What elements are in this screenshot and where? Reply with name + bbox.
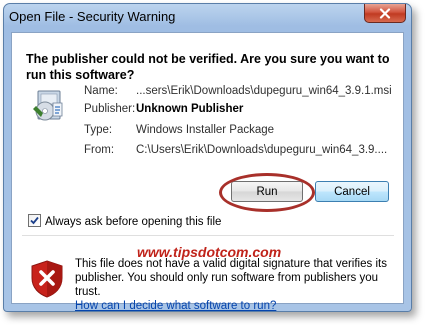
name-value: ...sers\Erik\Downloads\dupeguru_win64_3.… xyxy=(136,85,392,97)
publisher-row: Publisher: Unknown Publisher xyxy=(12,103,392,119)
warning-message: This file does not have a valid digital … xyxy=(75,257,393,313)
cancel-button[interactable]: Cancel xyxy=(315,181,389,202)
publisher-value: Unknown Publisher xyxy=(136,103,244,115)
dialog-body: The publisher could not be verified. Are… xyxy=(11,32,404,312)
window-title: Open File - Security Warning xyxy=(9,9,176,24)
checkmark-icon xyxy=(30,216,39,225)
name-row: Name: ...sers\Erik\Downloads\dupeguru_wi… xyxy=(12,85,392,101)
security-warning-dialog: Open File - Security Warning The publish… xyxy=(3,3,412,312)
from-row: From: C:\Users\Erik\Downloads\dupeguru_w… xyxy=(12,144,392,160)
always-ask-checkbox[interactable] xyxy=(28,214,41,227)
type-row: Type: Windows Installer Package xyxy=(12,124,392,140)
from-value: C:\Users\Erik\Downloads\dupeguru_win64_3… xyxy=(136,144,388,156)
close-x-icon xyxy=(379,7,391,19)
help-link[interactable]: How can I decide what software to run? xyxy=(75,300,276,312)
type-value: Windows Installer Package xyxy=(136,124,275,136)
always-ask-row: Always ask before opening this file xyxy=(28,214,221,228)
run-button[interactable]: Run xyxy=(231,181,303,202)
dialog-heading: The publisher could not be verified. Are… xyxy=(26,52,390,82)
red-shield-x-icon xyxy=(31,260,63,298)
always-ask-label[interactable]: Always ask before opening this file xyxy=(45,216,221,228)
warning-text: This file does not have a valid digital … xyxy=(75,258,387,298)
close-button[interactable] xyxy=(364,4,406,23)
section-divider xyxy=(22,235,394,236)
